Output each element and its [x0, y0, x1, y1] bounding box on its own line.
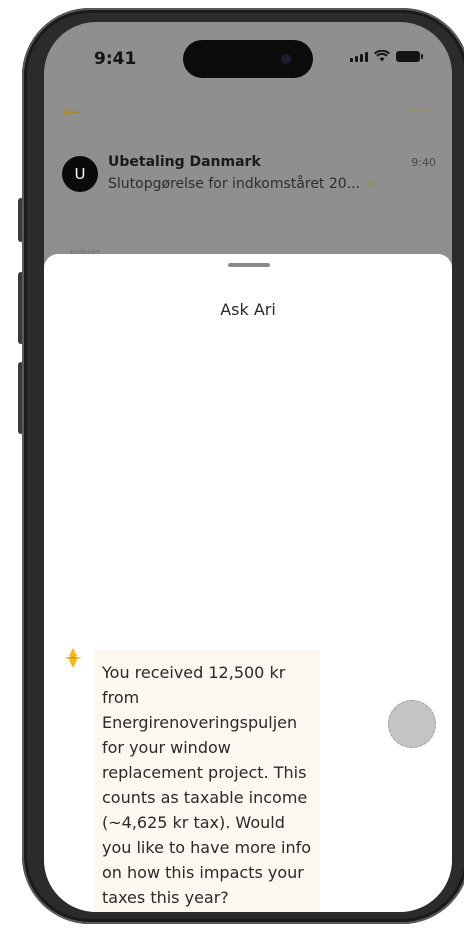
- ask-ari-sheet: Ask Ari You received 12,500 kr from Ener…: [44, 254, 452, 912]
- sheet-title: Ask Ari: [220, 300, 276, 319]
- sheet-grabber[interactable]: [228, 263, 270, 267]
- status-time: 9:41: [94, 49, 137, 69]
- sender-name: Ubetaling Danmark: [108, 154, 261, 170]
- back-arrow-icon[interactable]: ←: [62, 100, 80, 125]
- voice-button[interactable]: [388, 700, 436, 748]
- status-icons: [350, 50, 423, 62]
- sender-avatar: U: [62, 156, 98, 192]
- battery-icon: [396, 51, 423, 62]
- ari-message-text: You received 12,500 kr from Energirenove…: [102, 663, 312, 907]
- ari-sparkle-icon: [64, 648, 82, 668]
- camera-icon: [281, 54, 291, 64]
- dynamic-island: [183, 40, 313, 78]
- more-icon[interactable]: ···: [408, 98, 430, 122]
- ari-message-bubble: You received 12,500 kr from Energirenove…: [94, 650, 320, 912]
- wifi-icon: [374, 50, 390, 62]
- email-subject-text: Slutopgørelse for indkomståret 20...: [108, 176, 361, 192]
- email-time: 9:40: [411, 156, 436, 169]
- email-subject[interactable]: Slutopgørelse for indkomståret 20... ∨: [108, 176, 375, 192]
- phone-screen: 9:41 ← ··· U Ubetaling Danmark Slutopgør…: [44, 22, 452, 912]
- chevron-down-icon[interactable]: ∨: [366, 177, 375, 191]
- signal-icon: [350, 52, 368, 62]
